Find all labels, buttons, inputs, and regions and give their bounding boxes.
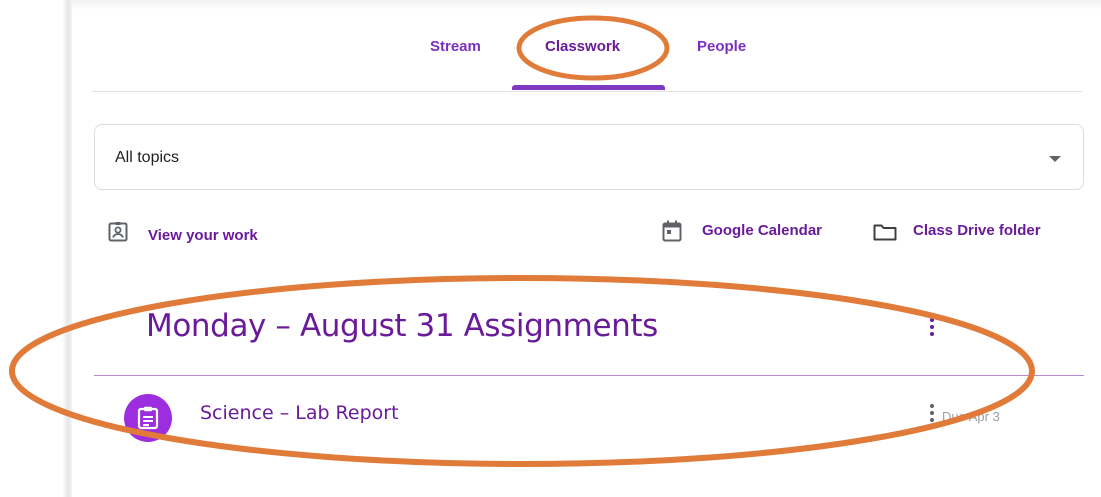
assignment-ind-icon[interactable]	[108, 222, 128, 242]
page-top-shadow	[72, 0, 1101, 10]
assignment-icon[interactable]	[124, 394, 172, 442]
google-calendar-link[interactable]: Google Calendar	[702, 222, 822, 239]
topics-dropdown[interactable]: All topics	[94, 124, 1084, 190]
kebab-menu-icon[interactable]	[929, 318, 935, 340]
active-tab-indicator	[512, 85, 665, 90]
tab-classwork[interactable]: Classwork	[545, 38, 620, 55]
dropdown-arrow-icon	[1049, 156, 1061, 162]
topic-section-title: Monday – August 31 Assignments	[146, 308, 658, 344]
class-drive-folder-link[interactable]: Class Drive folder	[913, 222, 1041, 239]
section-divider	[94, 375, 1084, 376]
view-your-work-link[interactable]: View your work	[148, 227, 258, 244]
assignments-highlight-ellipse	[9, 275, 1035, 467]
folder-icon[interactable]	[873, 223, 897, 241]
kebab-menu-icon[interactable]	[929, 404, 935, 426]
tab-stream[interactable]: Stream	[430, 38, 481, 55]
calendar-icon[interactable]	[662, 220, 682, 242]
assignment-title-link[interactable]: Science – Lab Report	[200, 402, 399, 424]
class-tabs: Stream Classwork People	[92, 24, 1082, 92]
topics-dropdown-value: All topics	[115, 149, 180, 166]
page-left-shadow	[0, 0, 72, 497]
tab-people[interactable]: People	[697, 38, 746, 55]
assignment-due-date: Due Apr 3	[942, 409, 1000, 424]
